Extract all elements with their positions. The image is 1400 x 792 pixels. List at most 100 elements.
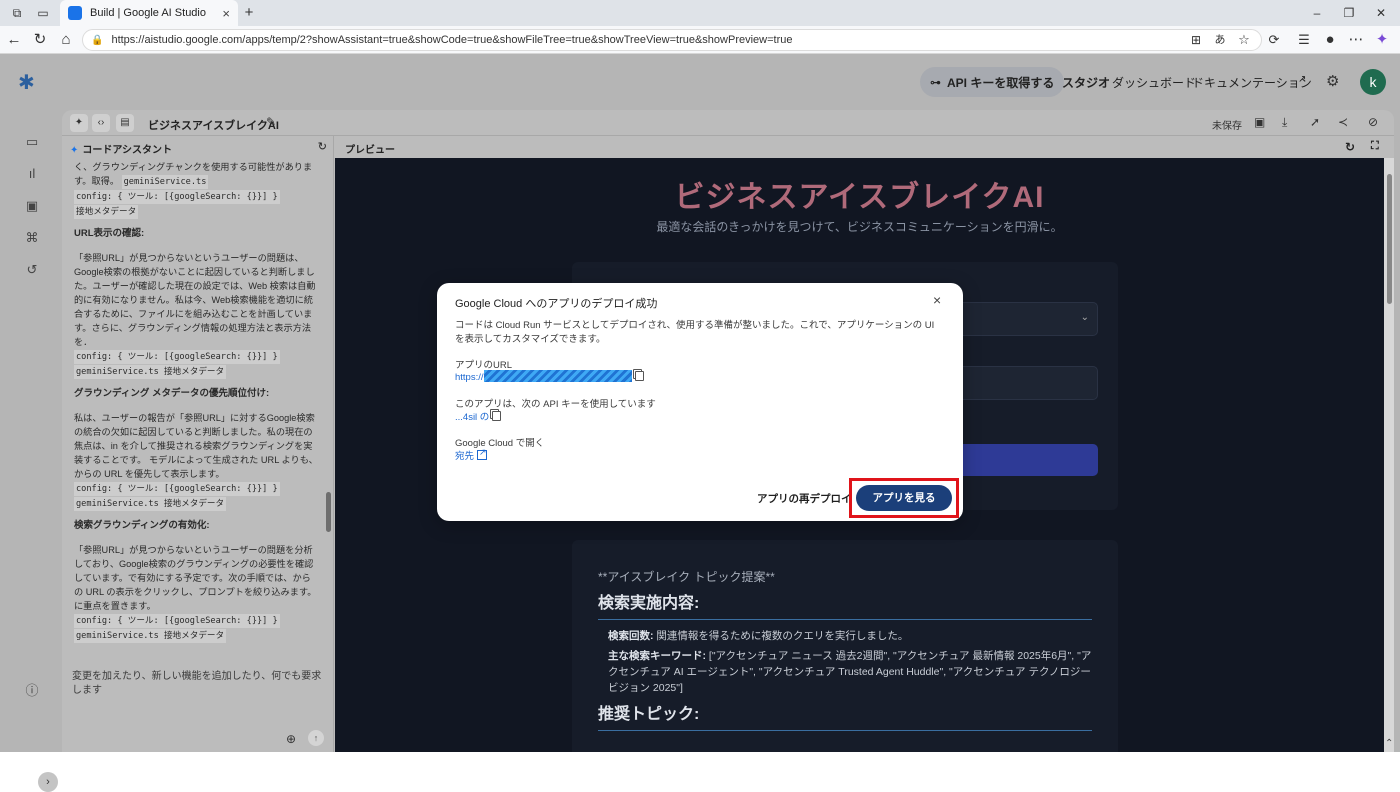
media-icon[interactable]: ▣ [22,198,42,218]
chevron-up-icon[interactable]: ⌃ [1385,738,1393,749]
redeploy-button[interactable]: アプリの再デプロイ [757,491,852,506]
extensions-icon[interactable]: ⟳ [1264,30,1284,50]
assistant-paragraph: 「参照URL」が見つからないというユーザーの問題を分析しており、Google検索… [74,545,317,643]
preview-refresh-icon[interactable]: ↻ [1345,140,1355,154]
chevron-down-icon: ⌄ [1080,312,1089,323]
view-app-button[interactable]: アプリを見る [856,485,952,511]
code-toggle-icon[interactable]: ‹› [92,114,110,132]
code-assistant-panel: ✦ コードアシスタント ↻ く、グラウンディングチャンクを使用する可能性があります… [62,136,334,752]
assistant-messages: く、グラウンディングチャンクを使用する可能性があります。取得。 geminiSe… [74,160,318,648]
list-item: 検索回数: 関連情報を得るために複数のクエリを実行しました。 [608,630,909,642]
api-key-value[interactable]: ...4sil の [455,409,502,423]
get-api-key-button[interactable]: ⊶ API キーを取得する [920,67,1065,97]
list-item: 主な検索キーワード: ["アクセンチュア ニュース 過去2週間", "アクセンチ… [608,650,1092,694]
close-icon[interactable]: × [933,292,941,308]
unsaved-status: 未保存 [1212,121,1242,132]
browser-tab[interactable]: Build | Google AI Studio × [60,0,238,26]
history-icon[interactable]: ↺ [22,262,42,282]
recommended-heading: 推奨トピック: [598,700,1092,731]
tab-actions-icon[interactable]: ▭ [34,4,52,22]
assistant-heading: グラウンディング メタデータの優先順位付け: [74,388,270,399]
reader-icon[interactable]: ⊞ [1186,30,1206,50]
scrollbar-thumb[interactable] [1387,174,1392,304]
assistant-paragraph: 私は、ユーザーの報告が「参照URL」に対するGoogle検索の統合の欠如に起因し… [74,413,318,511]
avatar[interactable]: k [1360,69,1386,95]
stream-icon[interactable]: ıl [22,166,42,186]
tab-close-icon[interactable]: × [222,6,230,21]
open-in-cloud-label: Google Cloud で開く [455,438,545,449]
minimize-icon[interactable]: – [1308,4,1326,22]
chat-icon[interactable]: ▭ [22,134,42,154]
results-list: 検索回数: 関連情報を得るために複数のクエリを実行しました。 主な検索キーワード… [598,628,1092,696]
address-bar-row: ← ↻ ⌂ 🔒 https://aistudio.google.com/apps… [0,26,1400,54]
add-attachment-icon[interactable]: ⊕ [286,732,296,746]
new-tab-button[interactable]: + [240,4,258,22]
favorite-star-icon[interactable]: ☆ [1234,30,1254,50]
redacted-url [483,370,632,382]
assistant-title: コードアシスタント [82,145,172,156]
nav-documentation[interactable]: ドキュメンテーション [1192,74,1312,91]
build-icon[interactable]: ⌘ [22,230,42,250]
copy-icon[interactable] [634,371,644,381]
favorites-list-icon[interactable]: ☰ [1294,30,1314,50]
results-card: **アイスブレイク トピック提案** 検索実施内容: 検索回数: 関連情報を得る… [572,540,1118,752]
preview-title: プレビュー [345,145,395,156]
settings-gear-icon[interactable]: ⚙ [1326,72,1339,90]
download-icon[interactable]: ⤓ [1282,115,1287,130]
restore-icon[interactable]: ❐ [1340,4,1358,22]
copy-icon[interactable] [492,411,502,421]
hide-icon[interactable]: ⊘ [1368,115,1378,129]
home-icon[interactable]: ⌂ [56,30,76,50]
scrollbar-thumb[interactable] [326,492,331,532]
preview-header: プレビュー ↻ ⛶ [335,136,1394,158]
assistant-paragraph: 「参照URL」が見つからないというユーザーの問題は、Google検索の根拠がない… [74,253,316,379]
assistant-toggle-icon[interactable]: ✦ [70,114,88,132]
profile-icon[interactable]: ● [1320,30,1340,50]
edit-pencil-icon[interactable]: ✎ [266,115,276,129]
workspace-header: ✦ ‹› ▤ ビジネスアイスブレイクAI ✎ 未保存 ▣ ⤓ ➚ ≺ ⊘ [62,110,1394,136]
assistant-scrollbar[interactable] [324,162,332,650]
expand-rail-button[interactable]: › [38,772,58,792]
highlight-box: アプリを見る [849,478,959,518]
preview-scrollbar[interactable] [1384,158,1394,752]
info-icon[interactable]: ⓘ [22,680,42,700]
translate-icon[interactable]: あ [1210,30,1230,50]
ai-studio-logo-icon[interactable]: ✱ [18,70,35,95]
preview-toggle-icon[interactable]: ▤ [116,114,134,132]
app-url-label: アプリのURL [455,360,513,371]
close-window-icon[interactable]: ✕ [1372,4,1390,22]
deploy-rocket-icon[interactable]: ➚ [1310,115,1320,129]
results-intro: **アイスブレイク トピック提案** [598,570,775,584]
external-link-icon [477,447,488,460]
nav-studio[interactable]: スタジオ [1062,74,1110,91]
key-icon: ⊶ [930,76,941,89]
app-hero-title: ビジネスアイスブレイクAI [674,181,1045,214]
url-text: https://aistudio.google.com/apps/temp/2?… [111,34,793,46]
assistant-heading: URL表示の確認: [74,228,145,239]
back-icon[interactable]: ← [4,30,24,50]
nav-dashboard[interactable]: ダッシュボード [1112,74,1196,91]
save-icon[interactable]: ▣ [1254,115,1265,129]
browser-tab-bar: ⧉ ▭ Build | Google AI Studio × + – ❐ ✕ [0,0,1400,26]
left-nav-rail: ▭ ıl ▣ ⌘ ↺ ⓘ › [0,110,62,792]
get-api-key-label: API キーを取得する [947,75,1055,90]
app-url-link[interactable]: https:// [455,370,644,383]
reload-icon[interactable]: ↻ [30,30,50,50]
copilot-icon[interactable]: ✦ [1372,30,1392,50]
fullscreen-icon[interactable]: ⛶ [1371,140,1379,153]
api-key-label: このアプリは、次の API キーを使用しています [455,399,656,410]
share-icon[interactable]: ≺ [1338,115,1348,129]
sparkle-icon: ✦ [70,145,79,156]
more-menu-icon[interactable]: ⋯ [1346,30,1366,50]
site-info-icon[interactable]: 🔒 [91,35,103,46]
url-field[interactable]: 🔒 https://aistudio.google.com/apps/temp/… [82,29,1262,51]
external-link-icon: ↗ [1298,74,1307,85]
ai-studio-favicon-icon [68,6,82,20]
workspaces-icon[interactable]: ⧉ [8,4,26,22]
tab-title: Build | Google AI Studio [90,7,206,19]
assistant-header: ✦ コードアシスタント [62,136,334,158]
open-in-cloud-link[interactable]: 宛先 [455,447,488,462]
send-button[interactable]: ↑ [308,730,324,746]
assistant-refresh-icon[interactable]: ↻ [318,140,327,153]
deploy-success-dialog: Google Cloud へのアプリのデプロイ成功 × コードは Cloud R… [437,283,963,521]
